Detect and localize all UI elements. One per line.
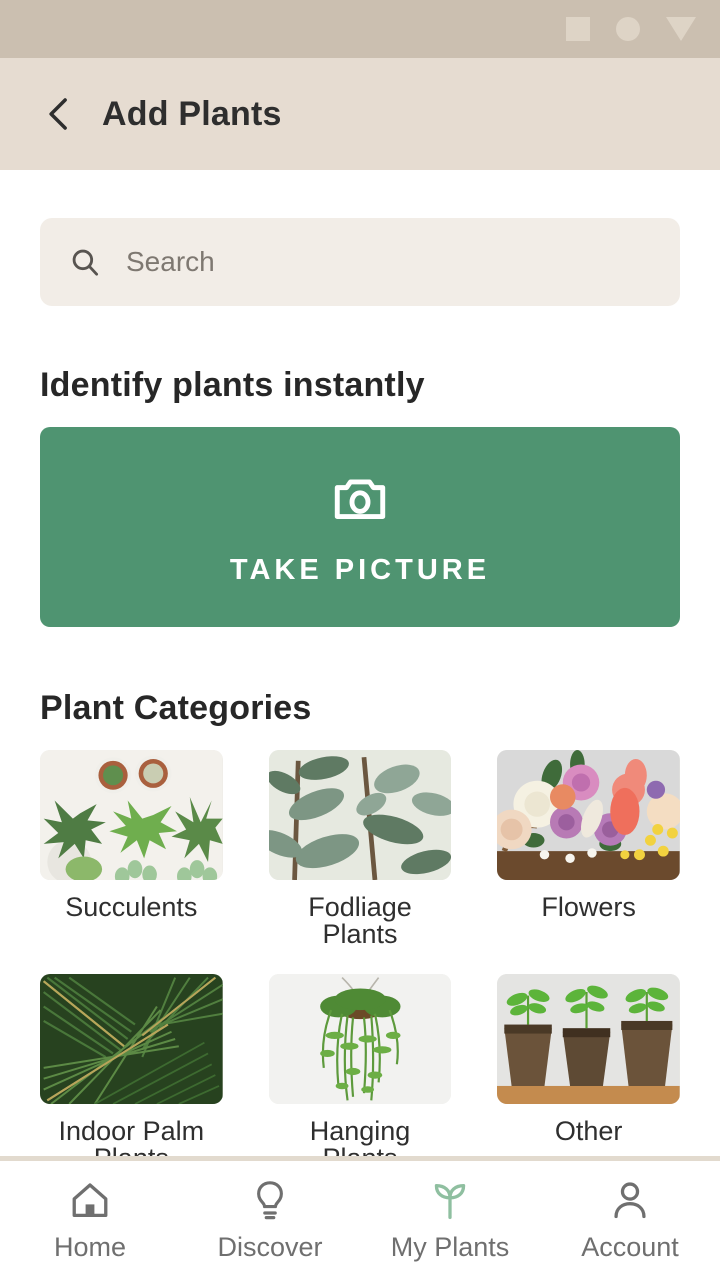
category-card-succulents[interactable]: Succulents [40,750,223,966]
category-label: Succulents [65,892,198,922]
identify-heading: Identify plants instantly [40,366,425,404]
hanging-plants-photo [268,974,452,1104]
person-icon [614,1182,646,1219]
back-button[interactable] [38,93,80,135]
page-title: Add Plants [102,94,282,133]
nav-label: My Plants [390,1232,510,1262]
foliage-plants-photo [268,750,452,880]
sprout-icon [434,1184,466,1220]
status-bar [0,0,720,58]
nav-label: Account [581,1232,679,1262]
category-label: Fodliage Plants [308,892,412,949]
nav-label: Home [53,1232,127,1262]
triangle-down-icon [666,17,696,41]
category-label: Other [554,1116,623,1146]
lightbulb-icon [257,1181,283,1220]
indoor-palm-plants-photo [40,974,223,1104]
category-card-foliage-plants[interactable]: Fodliage Plants [268,750,452,966]
nav-item-account[interactable]: Account [540,1178,720,1263]
category-grid: Succulents Fodliage Plants Flowers Indoo… [40,750,680,1190]
take-picture-label: TAKE PICTURE [229,553,491,586]
nav-label: Discover [217,1232,323,1262]
search-input[interactable]: Search [40,218,680,306]
seedlings-photo [497,974,680,1104]
main-content: Search Identify plants instantly TAKE PI… [0,218,720,1190]
search-icon [72,249,99,276]
category-label: Flowers [541,892,636,922]
square-icon [566,17,590,41]
flowers-photo [497,750,680,880]
categories-heading: Plant Categories [40,689,312,727]
nav-item-home[interactable]: Home [0,1178,180,1263]
camera-icon [334,478,386,519]
nav-item-discover[interactable]: Discover [180,1178,360,1263]
category-card-flowers[interactable]: Flowers [497,750,680,966]
succulents-photo [40,750,223,880]
take-picture-button[interactable]: TAKE PICTURE [40,427,680,627]
nav-item-my-plants[interactable]: My Plants [360,1178,540,1263]
home-icon [72,1183,108,1218]
app-screen: Add Plants Search Identify plants instan… [0,0,720,1280]
chevron-left-icon [49,98,67,130]
bottom-navigation: Home Discover My Plants Account [0,1156,720,1280]
circle-icon [616,17,640,41]
app-bar: Add Plants [0,58,720,170]
search-placeholder: Search [126,246,215,277]
